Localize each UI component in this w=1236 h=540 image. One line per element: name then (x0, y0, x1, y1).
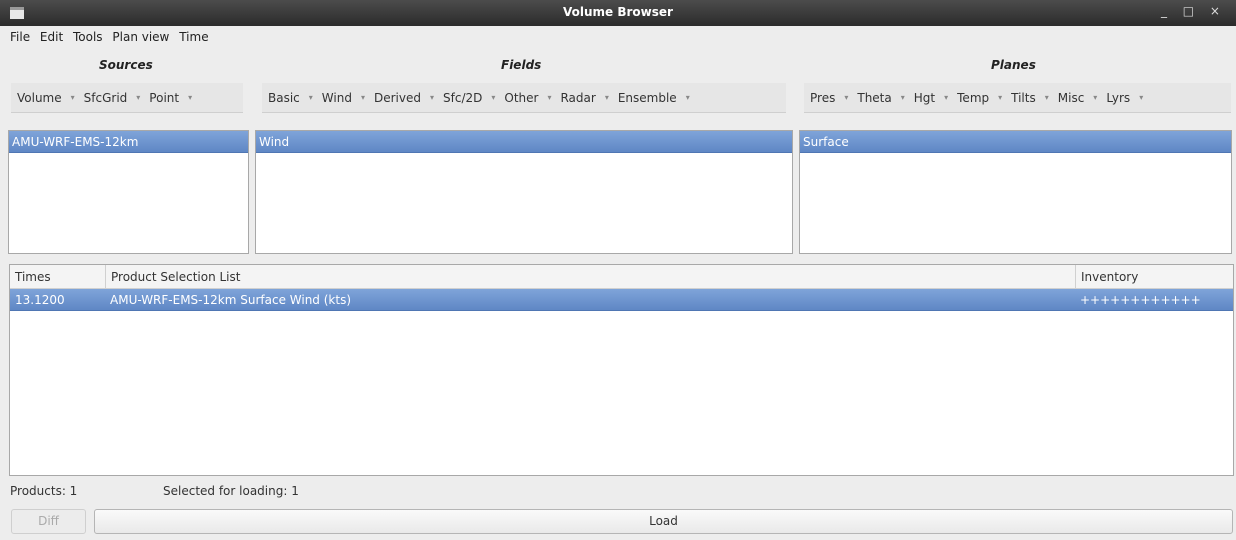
window-controls[interactable]: _ □ × (1161, 4, 1226, 18)
table-row[interactable]: 13.1200 AMU-WRF-EMS-12km Surface Wind (k… (10, 289, 1233, 311)
products-count: Products: 1 (10, 484, 78, 498)
chevron-down-icon: ▾ (429, 93, 434, 102)
chevron-down-icon: ▾ (70, 93, 75, 102)
sources-list-item-selected[interactable]: AMU-WRF-EMS-12km (9, 131, 248, 153)
chevron-down-icon: ▾ (900, 93, 905, 102)
dropdown-theta[interactable]: Theta ▾ (857, 91, 904, 105)
chevron-down-icon: ▾ (360, 93, 365, 102)
dropdown-pres[interactable]: Pres ▾ (810, 91, 848, 105)
sources-list[interactable]: AMU-WRF-EMS-12km (8, 130, 249, 254)
dropdown-radar[interactable]: Radar ▾ (560, 91, 608, 105)
planes-list-item-selected[interactable]: Surface (800, 131, 1231, 153)
chevron-down-icon: ▾ (308, 93, 313, 102)
product-selection-table[interactable]: Times Product Selection List Inventory 1… (9, 264, 1234, 476)
chevron-down-icon: ▾ (491, 93, 496, 102)
fields-label: Fields (501, 58, 542, 72)
cell-time: 13.1200 (15, 293, 65, 307)
diff-button[interactable]: Diff (11, 509, 86, 534)
menu-bar: File Edit Tools Plan view Time (0, 30, 213, 50)
title-bar: Volume Browser _ □ × (0, 0, 1236, 26)
dropdown-derived[interactable]: Derived ▾ (374, 91, 434, 105)
chevron-down-icon: ▾ (844, 93, 849, 102)
dropdown-misc[interactable]: Misc ▾ (1058, 91, 1098, 105)
chevron-down-icon: ▾ (547, 93, 552, 102)
menu-plan-view[interactable]: Plan view (110, 30, 173, 44)
dropdown-volume[interactable]: Volume ▾ (17, 91, 75, 105)
window-title: Volume Browser (563, 5, 673, 19)
chevron-down-icon: ▾ (685, 93, 690, 102)
dropdown-ensemble[interactable]: Ensemble ▾ (618, 91, 690, 105)
menu-file[interactable]: File (0, 30, 34, 44)
planes-label: Planes (991, 58, 1036, 72)
selected-for-loading-count: Selected for loading: 1 (163, 484, 299, 498)
dropdown-sfcgrid[interactable]: SfcGrid ▾ (84, 91, 141, 105)
fields-list[interactable]: Wind (255, 130, 793, 254)
load-button[interactable]: Load (94, 509, 1233, 534)
chevron-down-icon: ▾ (604, 93, 609, 102)
column-header-inventory[interactable]: Inventory (1075, 265, 1233, 289)
column-header-times[interactable]: Times (10, 265, 105, 289)
menu-time[interactable]: Time (177, 30, 212, 44)
menu-tools[interactable]: Tools (71, 30, 107, 44)
menu-edit[interactable]: Edit (38, 30, 67, 44)
chevron-down-icon: ▾ (188, 93, 193, 102)
chevron-down-icon: ▾ (136, 93, 141, 102)
dropdown-point[interactable]: Point ▾ (149, 91, 192, 105)
planes-list[interactable]: Surface (799, 130, 1232, 254)
fields-toolbar: Basic ▾ Wind ▾ Derived ▾ Sfc/2D ▾ Other ▾ Rad… (262, 83, 786, 113)
planes-toolbar: Pres ▾ Theta ▾ Hgt ▾ Temp ▾ Tilts ▾ Misc ▾ Lyr… (804, 83, 1231, 113)
fields-list-item-selected[interactable]: Wind (256, 131, 792, 153)
dropdown-wind[interactable]: Wind ▾ (322, 91, 365, 105)
cell-product: AMU-WRF-EMS-12km Surface Wind (kts) (110, 293, 352, 307)
dropdown-lyrs[interactable]: Lyrs ▾ (1106, 91, 1143, 105)
dropdown-sfc2d[interactable]: Sfc/2D ▾ (443, 91, 495, 105)
dropdown-temp[interactable]: Temp ▾ (957, 91, 1002, 105)
column-header-product[interactable]: Product Selection List (105, 265, 1075, 289)
cell-inventory: ++++++++++++ (1080, 293, 1201, 307)
chevron-down-icon: ▾ (1093, 93, 1098, 102)
sources-label: Sources (99, 58, 153, 72)
chevron-down-icon: ▾ (944, 93, 949, 102)
chevron-down-icon: ▾ (998, 93, 1003, 102)
table-header: Times Product Selection List Inventory (10, 265, 1233, 289)
dropdown-other[interactable]: Other ▾ (504, 91, 551, 105)
dropdown-tilts[interactable]: Tilts ▾ (1011, 91, 1049, 105)
chevron-down-icon: ▾ (1139, 93, 1144, 102)
sources-toolbar: Volume ▾ SfcGrid ▾ Point ▾ (11, 83, 243, 113)
dropdown-hgt[interactable]: Hgt ▾ (914, 91, 948, 105)
chevron-down-icon: ▾ (1044, 93, 1049, 102)
dropdown-basic[interactable]: Basic ▾ (268, 91, 313, 105)
